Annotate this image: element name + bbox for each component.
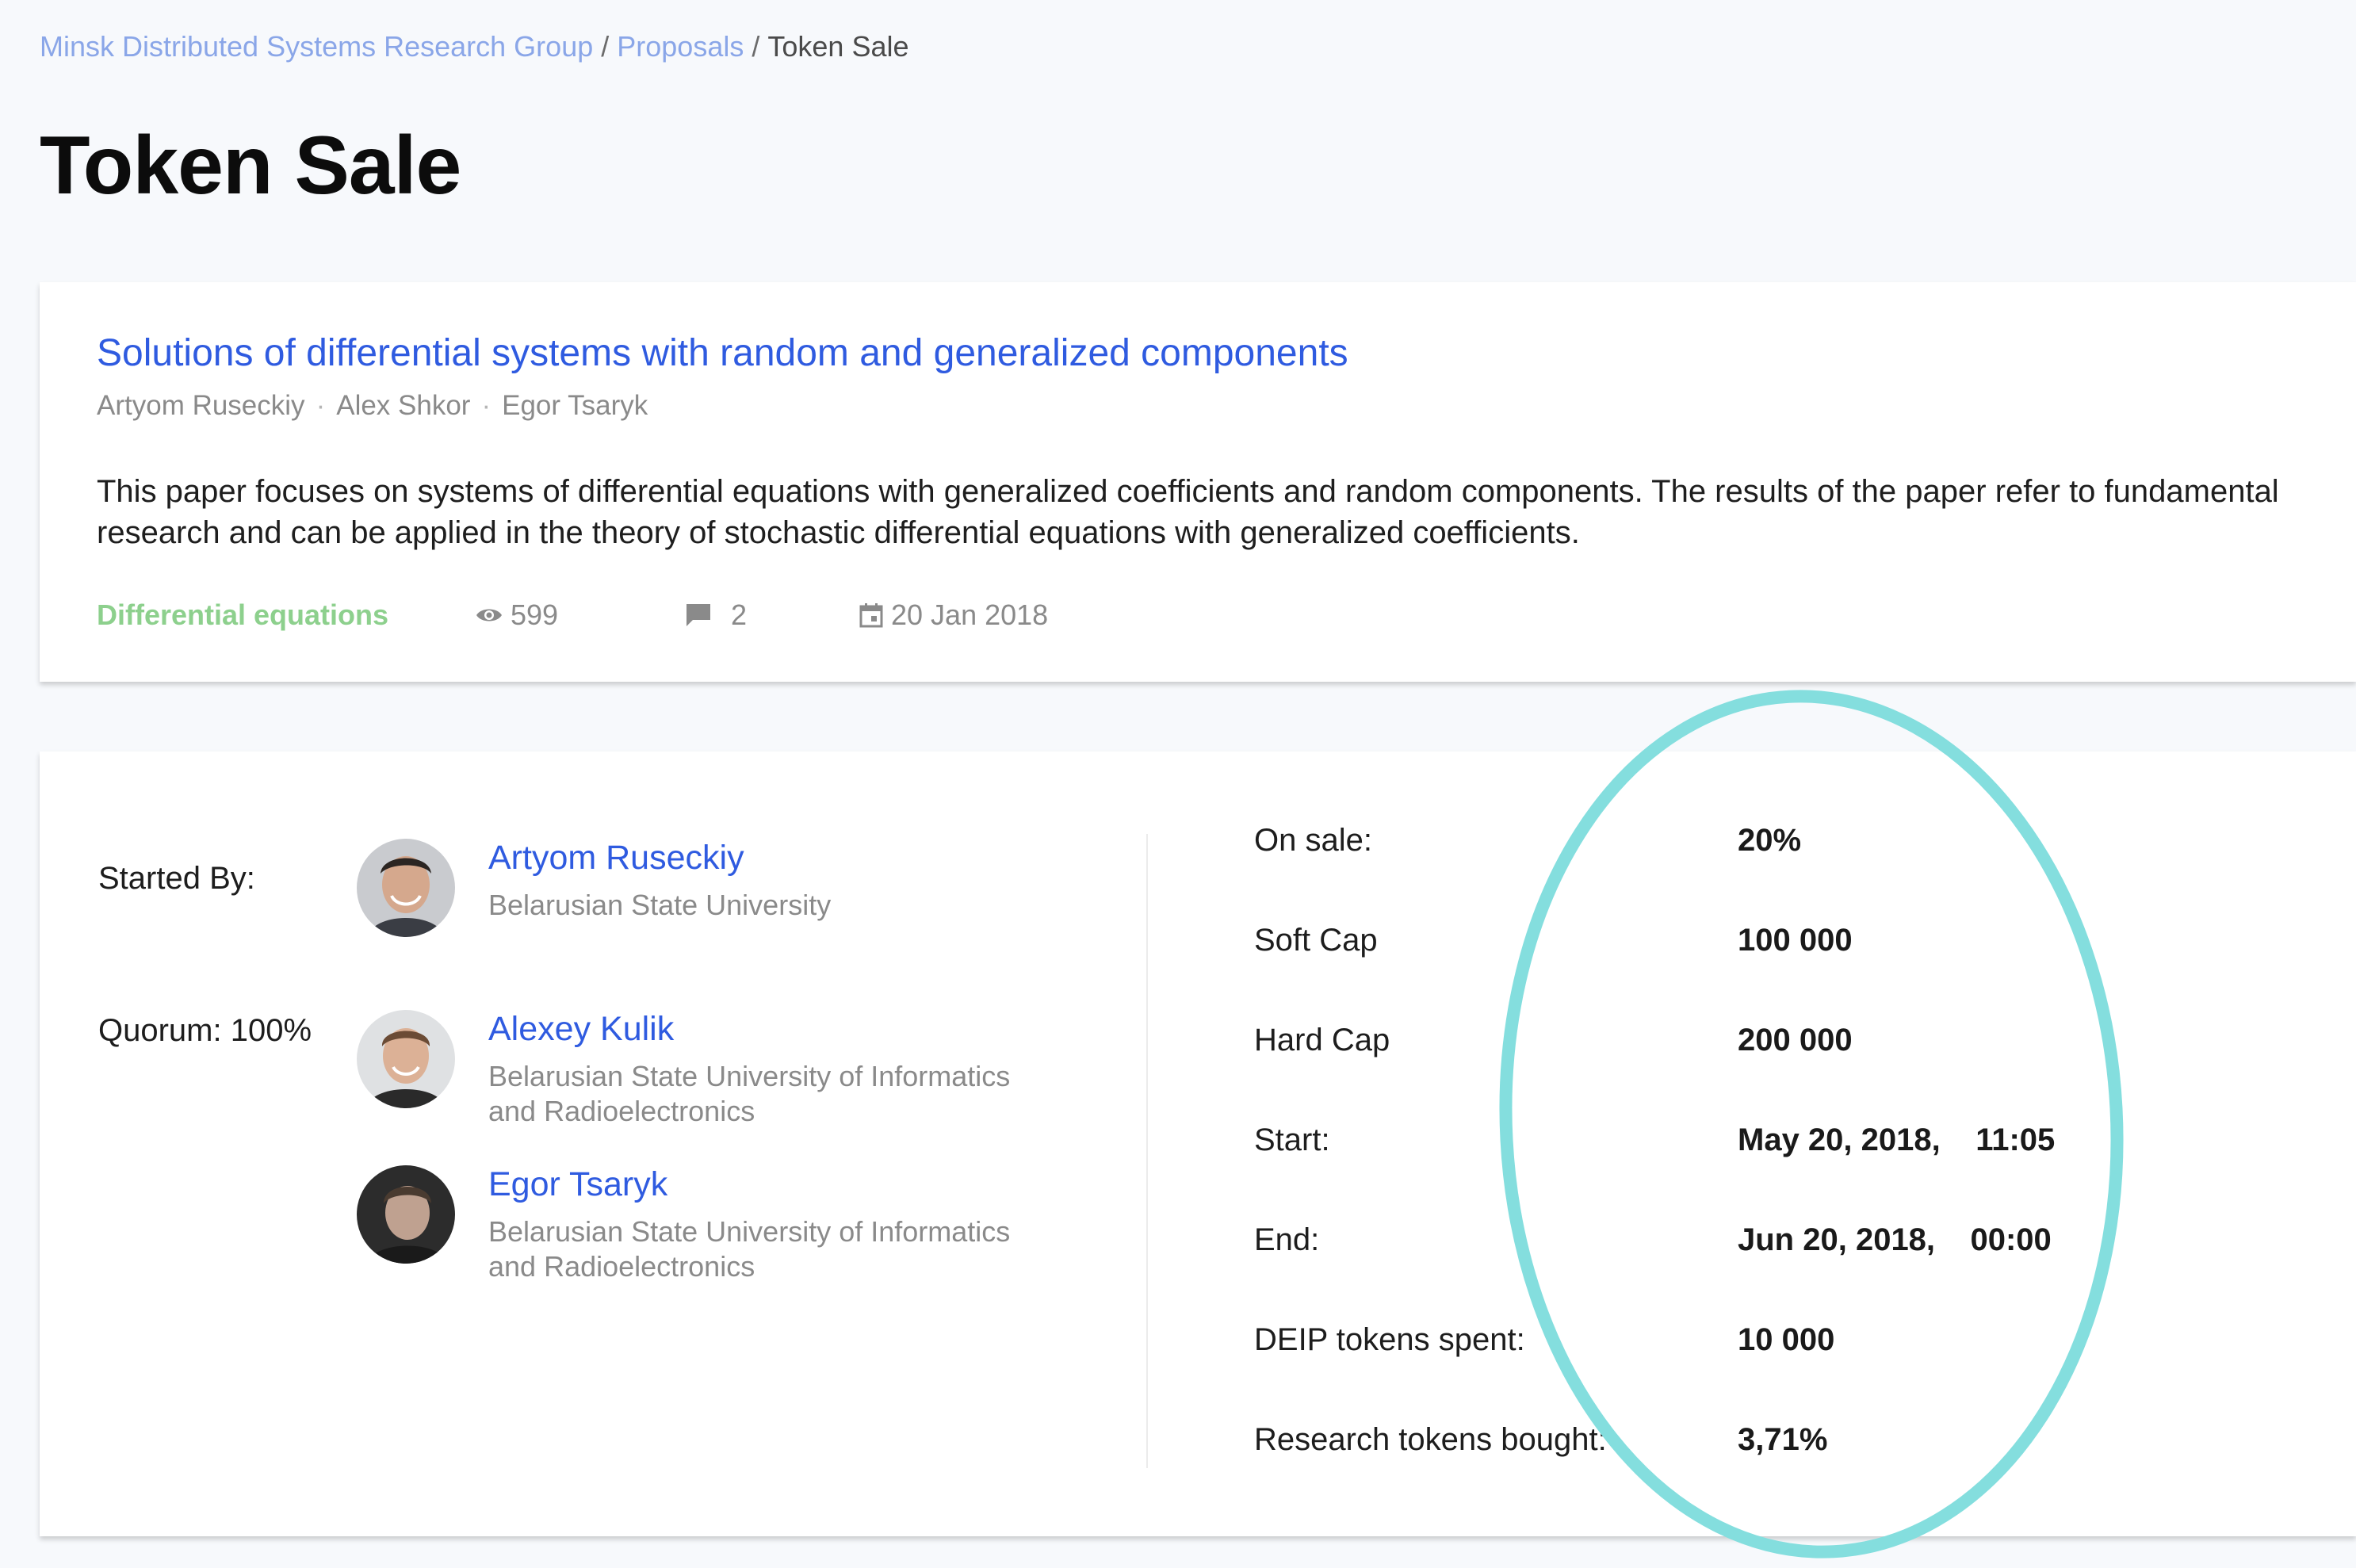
deip-tokens-value: 10 000 (1738, 1322, 1835, 1357)
research-summary-card: Solutions of differential systems with r… (40, 282, 2356, 682)
end-value: Jun 20, 2018, 00:00 (1738, 1222, 2052, 1257)
research-abstract: This paper focuses on systems of differe… (97, 474, 2279, 550)
author-separator: · (481, 390, 491, 421)
token-sale-details-card: Started By: Quorum: 100% Artyom Ruseckiy… (40, 751, 2356, 1536)
deip-tokens-row: DEIP tokens spent: 10 000 (1254, 1322, 2285, 1370)
on-sale-value: 20% (1738, 823, 1802, 858)
research-authors: Artyom Ruseckiy · Alex Shkor · Egor Tsaryk (97, 390, 648, 422)
start-row: Start: May 20, 2018, 11:05 (1254, 1122, 2285, 1170)
author-separator: · (316, 390, 326, 421)
quorum-label: Quorum: 100% (98, 1013, 312, 1048)
hard-cap-row: Hard Cap 200 000 (1254, 1023, 2285, 1070)
hard-cap-value: 200 000 (1738, 1023, 1853, 1057)
breadcrumb-separator: / (752, 30, 760, 63)
column-divider (1146, 834, 1148, 1468)
deip-tokens-label: DEIP tokens spent: (1254, 1322, 1525, 1357)
avatar[interactable] (357, 839, 455, 937)
breadcrumb: Minsk Distributed Systems Research Group… (40, 30, 909, 63)
research-tokens-value: 3,71% (1738, 1422, 1828, 1457)
start-label: Start: (1254, 1122, 1330, 1157)
comments-value: 2 (731, 599, 748, 631)
research-meta: Differential equations 599 2 20 Jan 2018 (97, 596, 1207, 634)
on-sale-label: On sale: (1254, 823, 1372, 858)
views-value: 599 (511, 599, 559, 631)
avatar[interactable] (357, 1165, 455, 1264)
eye-icon (476, 609, 502, 621)
starter-name-link[interactable]: Artyom Ruseckiy (488, 839, 744, 878)
end-label: End: (1254, 1222, 1320, 1257)
date-value: 20 Jan 2018 (891, 599, 1049, 631)
soft-cap-label: Soft Cap (1254, 923, 1378, 958)
comment-icon (687, 604, 710, 626)
discipline-tag[interactable]: Differential equations (97, 596, 388, 634)
soft-cap-row: Soft Cap 100 000 (1254, 923, 2285, 970)
voter-affiliation: Belarusian State University of Informati… (488, 1215, 1011, 1283)
breadcrumb-current: Token Sale (767, 30, 909, 63)
avatar[interactable] (357, 1010, 455, 1108)
soft-cap-value: 100 000 (1738, 923, 1853, 958)
voter-affiliation: Belarusian State University of Informati… (488, 1060, 1011, 1127)
on-sale-row: On sale: 20% (1254, 823, 2285, 870)
starter-affiliation: Belarusian State University (488, 889, 832, 921)
started-by-label: Started By: (98, 861, 255, 896)
page-title: Token Sale (40, 120, 461, 212)
end-row: End: Jun 20, 2018, 00:00 (1254, 1222, 2285, 1270)
breadcrumb-separator: / (601, 30, 610, 63)
author-name[interactable]: Artyom Ruseckiy (97, 390, 305, 421)
author-name[interactable]: Alex Shkor (336, 390, 470, 421)
breadcrumb-proposals-link[interactable]: Proposals (617, 30, 744, 63)
voter-name-link[interactable]: Egor Tsaryk (488, 1165, 667, 1204)
created-date: 20 Jan 2018 (859, 596, 1048, 634)
breadcrumb-group-link[interactable]: Minsk Distributed Systems Research Group (40, 30, 593, 63)
research-tokens-label: Research tokens bought: (1254, 1422, 1607, 1457)
calendar-icon (859, 603, 883, 628)
start-value: May 20, 2018, 11:05 (1738, 1122, 2056, 1157)
research-title-link[interactable]: Solutions of differential systems with r… (97, 331, 1348, 375)
author-name[interactable]: Egor Tsaryk (502, 390, 648, 421)
hard-cap-label: Hard Cap (1254, 1023, 1390, 1057)
comments-count: 2 (685, 596, 747, 634)
voter-name-link[interactable]: Alexey Kulik (488, 1010, 674, 1049)
research-tokens-row: Research tokens bought: 3,71% (1254, 1422, 2285, 1470)
views-count: 599 (476, 596, 558, 634)
